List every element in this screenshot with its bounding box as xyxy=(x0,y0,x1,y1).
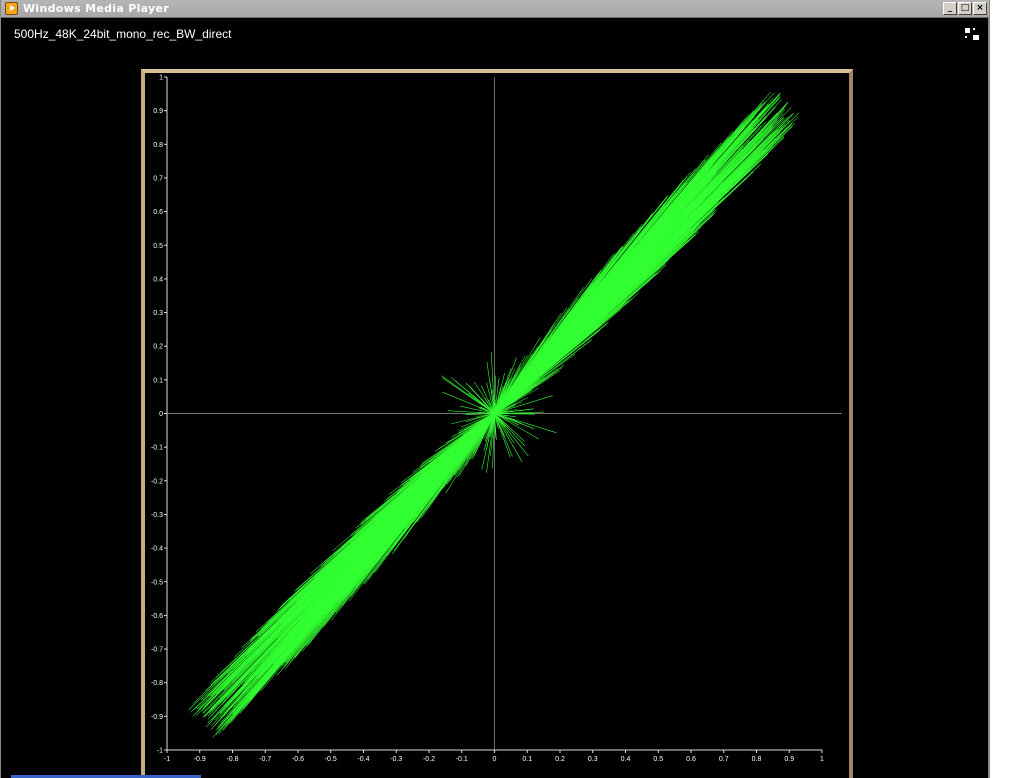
trace-segment xyxy=(283,413,495,642)
media-player-icon[interactable] xyxy=(5,2,18,15)
trace-segment xyxy=(442,391,495,414)
trace-segment xyxy=(494,413,525,442)
y-tick-label: -0.8 xyxy=(151,680,163,687)
y-tick-label: 0.7 xyxy=(153,175,163,182)
minimize-button[interactable]: _ xyxy=(943,2,957,15)
x-tick-label: 0.1 xyxy=(522,756,532,763)
x-tick-label: -0.6 xyxy=(292,756,304,763)
close-button[interactable]: × xyxy=(973,2,987,15)
media-player-window: Windows Media Player _ □ × 500Hz_48K_24b… xyxy=(0,0,990,778)
y-tick-label: 0.9 xyxy=(153,108,163,115)
media-title: 500Hz_48K_24bit_mono_rec_BW_direct xyxy=(14,27,232,41)
y-tick-label: -0.4 xyxy=(151,546,163,553)
trace-segment xyxy=(494,259,669,414)
x-tick-label: 0.4 xyxy=(621,756,631,763)
trace-segment xyxy=(350,413,495,597)
trace-segment xyxy=(494,163,714,414)
trace-segment xyxy=(494,186,717,414)
x-tick-label: -0.9 xyxy=(194,756,206,763)
y-tick-label: 0.6 xyxy=(153,209,163,216)
x-tick-label: 0.5 xyxy=(653,756,663,763)
x-tick-label: -0.3 xyxy=(390,756,402,763)
trace-segment xyxy=(450,377,495,414)
x-tick-label: 0.9 xyxy=(784,756,794,763)
trace-segment xyxy=(494,413,513,457)
trace-segment xyxy=(494,148,721,414)
trace-segment xyxy=(494,182,738,414)
y-tick-label: -0.3 xyxy=(151,512,163,519)
x-tick-label: 0.7 xyxy=(719,756,729,763)
y-tick-label: 0.2 xyxy=(153,344,163,351)
trace-segment xyxy=(305,413,495,585)
x-tick-label: -0.8 xyxy=(226,756,238,763)
y-tick-label: 1 xyxy=(159,75,163,82)
x-tick-label: 1 xyxy=(820,756,824,763)
y-tick-label: -1 xyxy=(157,748,163,755)
trace-segment xyxy=(494,221,707,414)
x-tick-label: -0.5 xyxy=(325,756,337,763)
trace-segment xyxy=(245,413,495,698)
trace-segment xyxy=(278,413,495,653)
y-tick-label: -0.7 xyxy=(151,647,163,654)
trace-segment xyxy=(494,94,780,414)
x-tick-label: 0.3 xyxy=(588,756,598,763)
trace-segment xyxy=(401,413,495,529)
title-bar[interactable]: Windows Media Player _ □ × xyxy=(1,0,989,18)
trace-segment xyxy=(227,413,495,674)
y-tick-label: -0.5 xyxy=(151,579,163,586)
maximize-button[interactable]: □ xyxy=(958,2,972,15)
trace-segment xyxy=(216,413,495,695)
trace-segment xyxy=(494,182,686,414)
y-tick-label: -0.2 xyxy=(151,478,163,485)
x-tick-label: -1 xyxy=(164,756,170,763)
x-tick-label: 0.8 xyxy=(752,756,762,763)
x-tick-label: 0.6 xyxy=(686,756,696,763)
trace-segment xyxy=(370,413,495,543)
trace-segment xyxy=(294,413,495,592)
x-tick-label: -0.7 xyxy=(259,756,271,763)
y-tick-label: -0.1 xyxy=(151,445,163,452)
trace-segment xyxy=(494,173,740,414)
trace-segment xyxy=(494,280,650,414)
xy-scope-plot: 1 0.9 0.8 0.7 0.6 0.5 0.4 0.3 0.2 0.1 0 -0.1 -0.2 -0.… xyxy=(151,75,842,763)
trace-cloud xyxy=(188,91,800,738)
y-tick-label: -0.6 xyxy=(151,613,163,620)
y-tick-label: 0 xyxy=(159,411,163,418)
fullscreen-toggle-icon[interactable] xyxy=(964,27,980,41)
trace-segment xyxy=(241,413,495,649)
trace-segment xyxy=(494,224,674,414)
x-tick-label: -0.2 xyxy=(423,756,435,763)
x-tick-label: -0.1 xyxy=(456,756,468,763)
y-tick-label: -0.9 xyxy=(151,714,163,721)
x-tick-label: 0 xyxy=(493,756,497,763)
x-tick-label: -0.4 xyxy=(357,756,369,763)
y-tick-label: 0.4 xyxy=(153,276,163,283)
y-tick-label: 0.5 xyxy=(153,243,163,250)
trace-segment xyxy=(494,113,766,414)
y-tick-label: 0.8 xyxy=(153,142,163,149)
y-tick-label: 0.1 xyxy=(153,377,163,384)
trace-segment xyxy=(351,413,495,582)
trace-segment xyxy=(295,413,495,610)
x-tick-label: 0.2 xyxy=(555,756,565,763)
window-title: Windows Media Player xyxy=(23,2,169,15)
y-tick-label: 0.3 xyxy=(153,310,163,317)
trace-segment xyxy=(320,413,495,566)
trace-segment xyxy=(494,413,540,440)
